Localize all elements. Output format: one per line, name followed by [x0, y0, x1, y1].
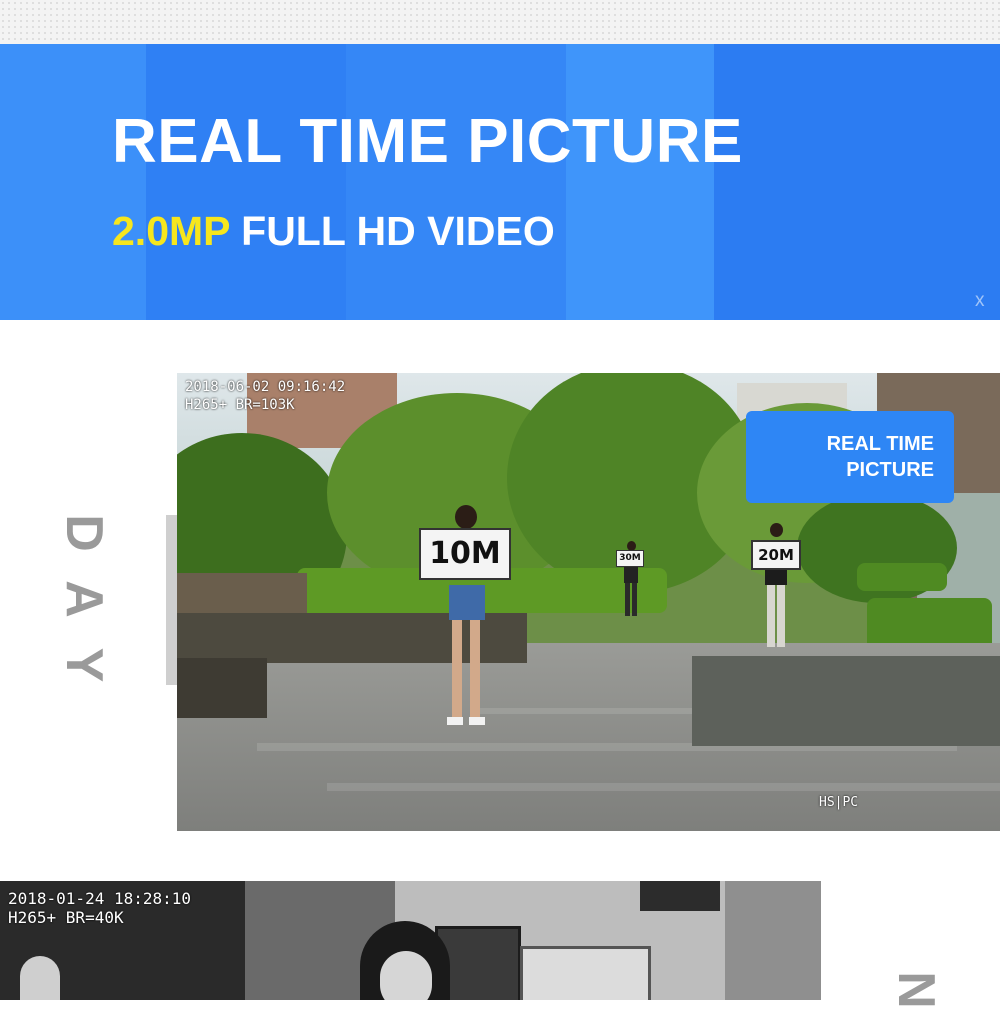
osd-codec: H265+ BR=103K: [185, 397, 295, 413]
photo-shadow: [692, 656, 1000, 746]
osd-datetime: 2018-06-02 09:16:42: [185, 379, 346, 395]
photo-lamp: [20, 956, 60, 1000]
banner-band: [346, 44, 566, 320]
subtitle-highlight: 2.0MP: [112, 208, 230, 254]
subtitle-rest: FULL HD VIDEO: [229, 208, 555, 254]
real-time-badge: REAL TIME PICTURE: [746, 411, 954, 503]
day-letter: A: [55, 580, 113, 618]
day-accent-bar: [166, 515, 177, 685]
photo-frame: [520, 946, 651, 1000]
banner-subtitle: 2.0MP FULL HD VIDEO: [112, 208, 555, 255]
hero-banner: REAL TIME PICTURE 2.0MP FULL HD VIDEO x: [0, 44, 1000, 320]
day-side-label: D A Y: [55, 500, 113, 698]
photo-paving-line: [327, 783, 1000, 791]
day-letter: D: [55, 514, 113, 552]
distance-sign-10m: 10M: [419, 528, 511, 580]
top-pattern-strip: [0, 0, 1000, 44]
badge-line: REAL TIME: [826, 433, 934, 455]
banner-band: [146, 44, 346, 320]
banner-band: [0, 44, 146, 320]
banner-band: [566, 44, 714, 320]
photo-person-face: [380, 951, 432, 1000]
banner-x-glyph: x: [975, 290, 985, 311]
day-letter: Y: [55, 647, 113, 683]
banner-title: REAL TIME PICTURE: [112, 107, 743, 176]
distance-sign-30m: 30M: [616, 550, 644, 567]
photo-hedge: [857, 563, 947, 591]
osd-watermark: HS|PC: [819, 795, 859, 810]
distance-sign-20m: 20M: [751, 540, 801, 570]
banner-band: [714, 44, 1000, 320]
photo-shelf: [640, 881, 720, 911]
photo-planter: [177, 658, 267, 718]
night-side-label: N: [886, 960, 946, 1020]
badge-line: PICTURE: [846, 459, 934, 481]
photo-wall: [725, 881, 821, 1000]
night-camera-photo: 2018-01-24 18:28:10 H265+ BR=40K: [0, 881, 821, 1000]
night-letter: N: [887, 971, 945, 1009]
osd-datetime: 2018-01-24 18:28:10: [8, 889, 192, 908]
day-camera-photo: 10M 20M 30M 2018-06-02 09:16:42 H265+ BR…: [177, 373, 1000, 831]
osd-codec: H265+ BR=40K: [8, 908, 124, 927]
